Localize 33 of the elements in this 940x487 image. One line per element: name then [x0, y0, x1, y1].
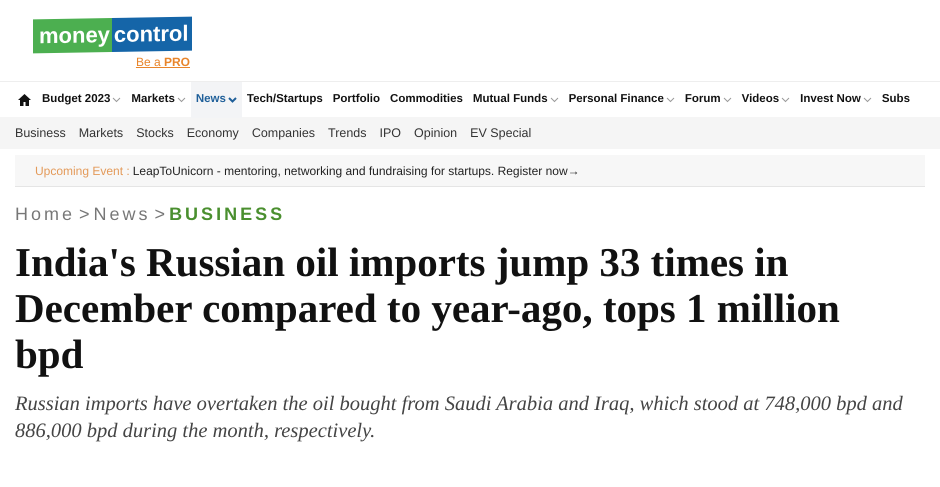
article-summary: Russian imports have overtaken the oil bought from Saudi Arabia and Iraq, which stood at 748,000 bpd and 886,000 bpd during the month, respectively.	[15, 392, 904, 444]
nav-tab[interactable]: Tech/Startups	[242, 82, 328, 118]
nav-tab[interactable]: Invest Now	[795, 82, 877, 118]
event-link[interactable]: LeapToUnicorn - mentoring, networking and fundraising for startups. Register now→	[132, 162, 580, 180]
nav-tab[interactable]: Subs	[876, 82, 915, 118]
subnav-link[interactable]: Trends	[328, 124, 366, 142]
logo-text: control	[111, 16, 192, 52]
subnav-link[interactable]: EV Special	[470, 124, 532, 142]
nav-tab[interactable]: Budget 2023	[37, 82, 126, 118]
article-headline: India's Russian oil imports jump 33 times in December compared to year-ago, tops 1 million bpd	[15, 239, 841, 377]
nav-tab[interactable]: Forum	[680, 82, 737, 118]
nav-tab[interactable]: Videos	[736, 82, 796, 118]
subnav-link[interactable]: Economy	[186, 124, 239, 142]
nav-tab[interactable]: Mutual Funds	[468, 82, 564, 118]
breadcrumb-link[interactable]: News	[94, 200, 151, 228]
subnav-link[interactable]: Stocks	[136, 124, 174, 142]
nav-tab[interactable]: Personal Finance	[564, 82, 680, 118]
event-label: Upcoming Event :	[35, 162, 130, 180]
breadcrumb-separator: >	[79, 202, 90, 226]
nav-tab[interactable]: Commodities	[385, 82, 468, 118]
breadcrumb-link[interactable]: BUSINESS	[169, 200, 286, 228]
subnav-link[interactable]: Opinion	[414, 124, 458, 142]
nav-tab[interactable]: Markets	[126, 82, 191, 118]
logo-text: money	[32, 18, 112, 54]
subnav-link[interactable]: Companies	[252, 124, 316, 142]
subnav-link[interactable]: IPO	[380, 124, 402, 142]
subnav-link[interactable]: Markets	[78, 124, 124, 142]
subnav-link[interactable]: Business	[15, 124, 66, 142]
breadcrumb-link[interactable]: Home	[15, 200, 76, 228]
breadcrumb-separator: >	[154, 202, 166, 226]
home-icon[interactable]	[18, 94, 31, 106]
nav-tab[interactable]: Portfolio	[328, 82, 386, 118]
nav-tab[interactable]: News	[190, 82, 242, 118]
